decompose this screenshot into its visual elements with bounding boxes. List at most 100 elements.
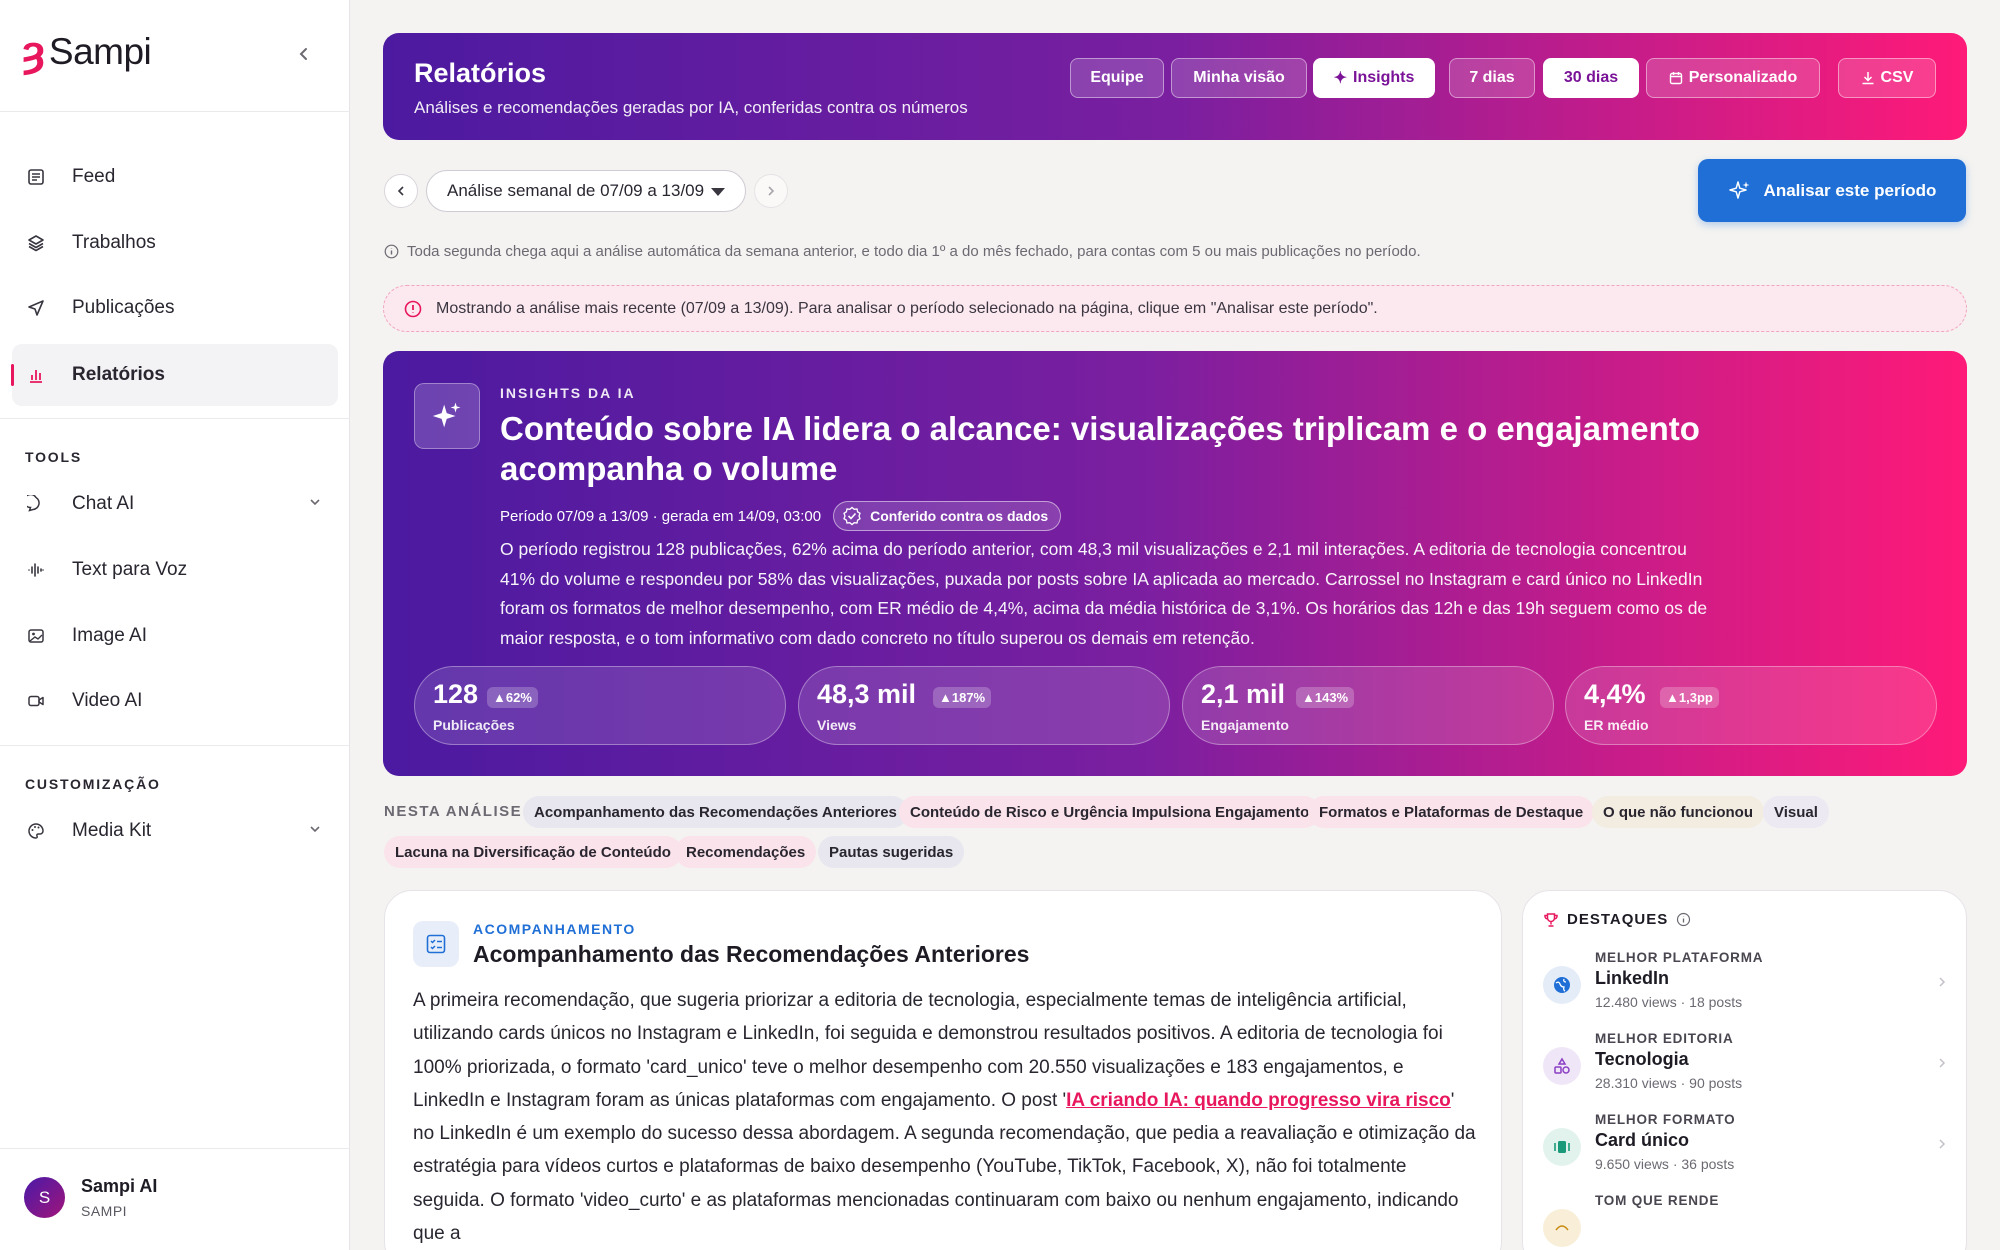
view-equipe-button[interactable]: Equipe xyxy=(1070,58,1164,98)
highlight-name: Tecnologia xyxy=(1595,1049,1689,1069)
post-link[interactable]: IA criando IA: quando progresso vira ris… xyxy=(1066,1090,1451,1111)
chevron-down-icon[interactable] xyxy=(308,495,322,509)
insight-period: Período 07/09 a 13/09 · gerada em 14/09,… xyxy=(500,507,822,525)
sidebar-item-label: Feed xyxy=(72,166,116,187)
brand-name: Sampi xyxy=(48,31,152,72)
section-chip[interactable]: Pautas sugeridas xyxy=(818,836,965,868)
analyze-label: Analisar este período xyxy=(1763,180,1937,200)
globe-icon xyxy=(1543,966,1581,1004)
palette-icon xyxy=(26,821,46,841)
highlight-name: LinkedIn xyxy=(1595,968,1670,988)
period-select[interactable]: Análise semanal de 07/09 a 13/09 xyxy=(426,170,746,212)
kpi-delta: ▲62% xyxy=(487,687,538,708)
chevron-right-icon xyxy=(768,186,775,196)
card-icon xyxy=(1543,1128,1581,1166)
chevron-right-icon xyxy=(1939,977,1946,987)
followup-kicker: ACOMPANHAMENTO xyxy=(473,921,636,937)
info-icon[interactable] xyxy=(1676,912,1691,927)
section-chip[interactable]: O que não funcionou xyxy=(1592,796,1764,828)
sidebar-item-relatorios[interactable]: Relatórios xyxy=(11,344,338,406)
followup-card: ACOMPANHAMENTO Acompanhamento das Recome… xyxy=(384,890,1502,1250)
highlight-kicker: MELHOR FORMATO xyxy=(1595,1112,1736,1127)
kpi-value: 48,3 mil xyxy=(817,679,917,709)
chevron-left-icon xyxy=(299,48,307,60)
kpi-value: 4,4% xyxy=(1584,679,1646,709)
insight-meta: Período 07/09 a 13/09 · gerada em 14/09,… xyxy=(500,501,1062,531)
view-insights-button[interactable]: ✦ Insights xyxy=(1313,58,1435,98)
divider xyxy=(0,418,350,419)
avatar: S xyxy=(24,1177,65,1218)
previous-period-button[interactable] xyxy=(384,174,418,208)
kpi-delta: ▲143% xyxy=(1296,687,1355,708)
next-period-button[interactable] xyxy=(754,174,788,208)
section-chip[interactable]: Visual xyxy=(1763,796,1829,828)
tone-icon xyxy=(1543,1209,1581,1247)
user-profile[interactable]: S Sampi AI SAMPI xyxy=(24,1176,157,1219)
analyze-period-button[interactable]: Analisar este período xyxy=(1698,159,1966,222)
insight-title: Conteúdo sobre IA lidera o alcance: visu… xyxy=(500,410,1700,487)
followup-title: Acompanhamento das Recomendações Anterio… xyxy=(473,941,1030,967)
info-icon xyxy=(384,244,399,259)
sidebar-item-text-para-voz[interactable]: Text para Voz xyxy=(12,539,338,601)
trophy-icon xyxy=(1544,912,1558,927)
audio-wave-icon xyxy=(26,560,46,580)
collapse-sidebar-button[interactable] xyxy=(292,42,316,66)
chevron-right-icon xyxy=(1939,1058,1946,1068)
range-30-dias-button[interactable]: 30 dias xyxy=(1543,58,1639,98)
chevron-right-icon xyxy=(1939,1139,1946,1149)
notice-text: Mostrando a análise mais recente (07/09 … xyxy=(436,299,1378,317)
ai-insight-card: INSIGHTS DA IA Conteúdo sobre IA lidera … xyxy=(383,351,1967,776)
sidebar-item-media-kit[interactable]: Media Kit xyxy=(12,800,338,862)
page-subtitle: Análises e recomendações geradas por IA,… xyxy=(414,98,968,117)
video-camera-icon xyxy=(26,691,46,711)
section-chip[interactable]: Recomendações xyxy=(675,836,817,868)
section-chip[interactable]: Acompanhamento das Recomendações Anterio… xyxy=(523,796,908,828)
highlight-best-editorial[interactable]: MELHOR EDITORIA Tecnologia 28.310 views … xyxy=(1543,1031,1948,1101)
highlight-best-platform[interactable]: MELHOR PLATAFORMA LinkedIn 12.480 views … xyxy=(1543,950,1948,1020)
sidebar-item-video-ai[interactable]: Video AI xyxy=(12,670,338,732)
highlights-header: DESTAQUES xyxy=(1543,911,1691,928)
section-chip[interactable]: Formatos e Plataformas de Destaque xyxy=(1308,796,1595,828)
insights-label: Insights xyxy=(1353,69,1415,86)
personalizado-label: Personalizado xyxy=(1688,69,1798,86)
range-personalizado-button[interactable]: Personalizado xyxy=(1646,58,1820,98)
highlight-best-tone[interactable]: TOM QUE RENDE xyxy=(1543,1193,1948,1250)
kpi-views: 48,3 mil ▲187% Views xyxy=(798,666,1170,745)
highlight-stats: 12.480 views · 18 posts xyxy=(1595,994,1743,1010)
alert-circle-icon xyxy=(404,300,422,317)
chat-bubble-icon xyxy=(26,494,46,514)
highlight-kicker: MELHOR PLATAFORMA xyxy=(1595,950,1764,965)
kpi-label: Publicações xyxy=(433,717,515,733)
divider xyxy=(0,111,350,112)
view-minha-visao-button[interactable]: Minha visão xyxy=(1171,58,1307,98)
brand-logo[interactable]: ȝ Sampi xyxy=(22,30,152,74)
highlight-name: Card único xyxy=(1595,1130,1690,1150)
kpi-label: Views xyxy=(817,717,857,733)
download-icon xyxy=(1862,72,1874,85)
section-chip[interactable]: Lacuna na Diversificação de Conteúdo xyxy=(384,836,682,868)
sidebar-item-image-ai[interactable]: Image AI xyxy=(12,605,338,667)
highlight-stats: 28.310 views · 90 posts xyxy=(1595,1075,1743,1091)
highlight-stats: 9.650 views · 36 posts xyxy=(1595,1156,1735,1172)
customization-section-title: CUSTOMIZAÇÃO xyxy=(25,776,161,792)
section-chip[interactable]: Conteúdo de Risco e Urgência Impulsiona … xyxy=(899,796,1321,828)
sidebar-item-label: Publicações xyxy=(72,297,175,318)
sidebar-item-trabalhos[interactable]: Trabalhos xyxy=(12,212,338,274)
sidebar-item-label: Relatórios xyxy=(72,364,165,385)
chevron-down-icon[interactable] xyxy=(308,822,322,836)
sparkles-icon xyxy=(414,383,480,449)
info-text: Toda segunda chega aqui a análise automá… xyxy=(407,243,1421,260)
followup-text: ' no LinkedIn é um exemplo do sucesso de… xyxy=(413,1089,1476,1245)
layers-icon xyxy=(26,233,46,253)
range-7-dias-button[interactable]: 7 dias xyxy=(1449,58,1535,98)
sidebar-item-chat-ai[interactable]: Chat AI xyxy=(12,473,338,535)
csv-label: CSV xyxy=(1880,69,1914,86)
sidebar-item-feed[interactable]: Feed xyxy=(12,146,338,208)
highlight-best-format[interactable]: MELHOR FORMATO Card único 9.650 views · … xyxy=(1543,1112,1948,1182)
sidebar-item-publicacoes[interactable]: Publicações xyxy=(12,277,338,339)
export-csv-button[interactable]: CSV xyxy=(1838,58,1936,98)
sections-label: NESTA ANÁLISE xyxy=(384,803,523,820)
sidebar-item-label: Media Kit xyxy=(72,820,152,841)
kpi-delta: ▲187% xyxy=(933,687,992,708)
sidebar-item-label: Video AI xyxy=(72,690,143,711)
